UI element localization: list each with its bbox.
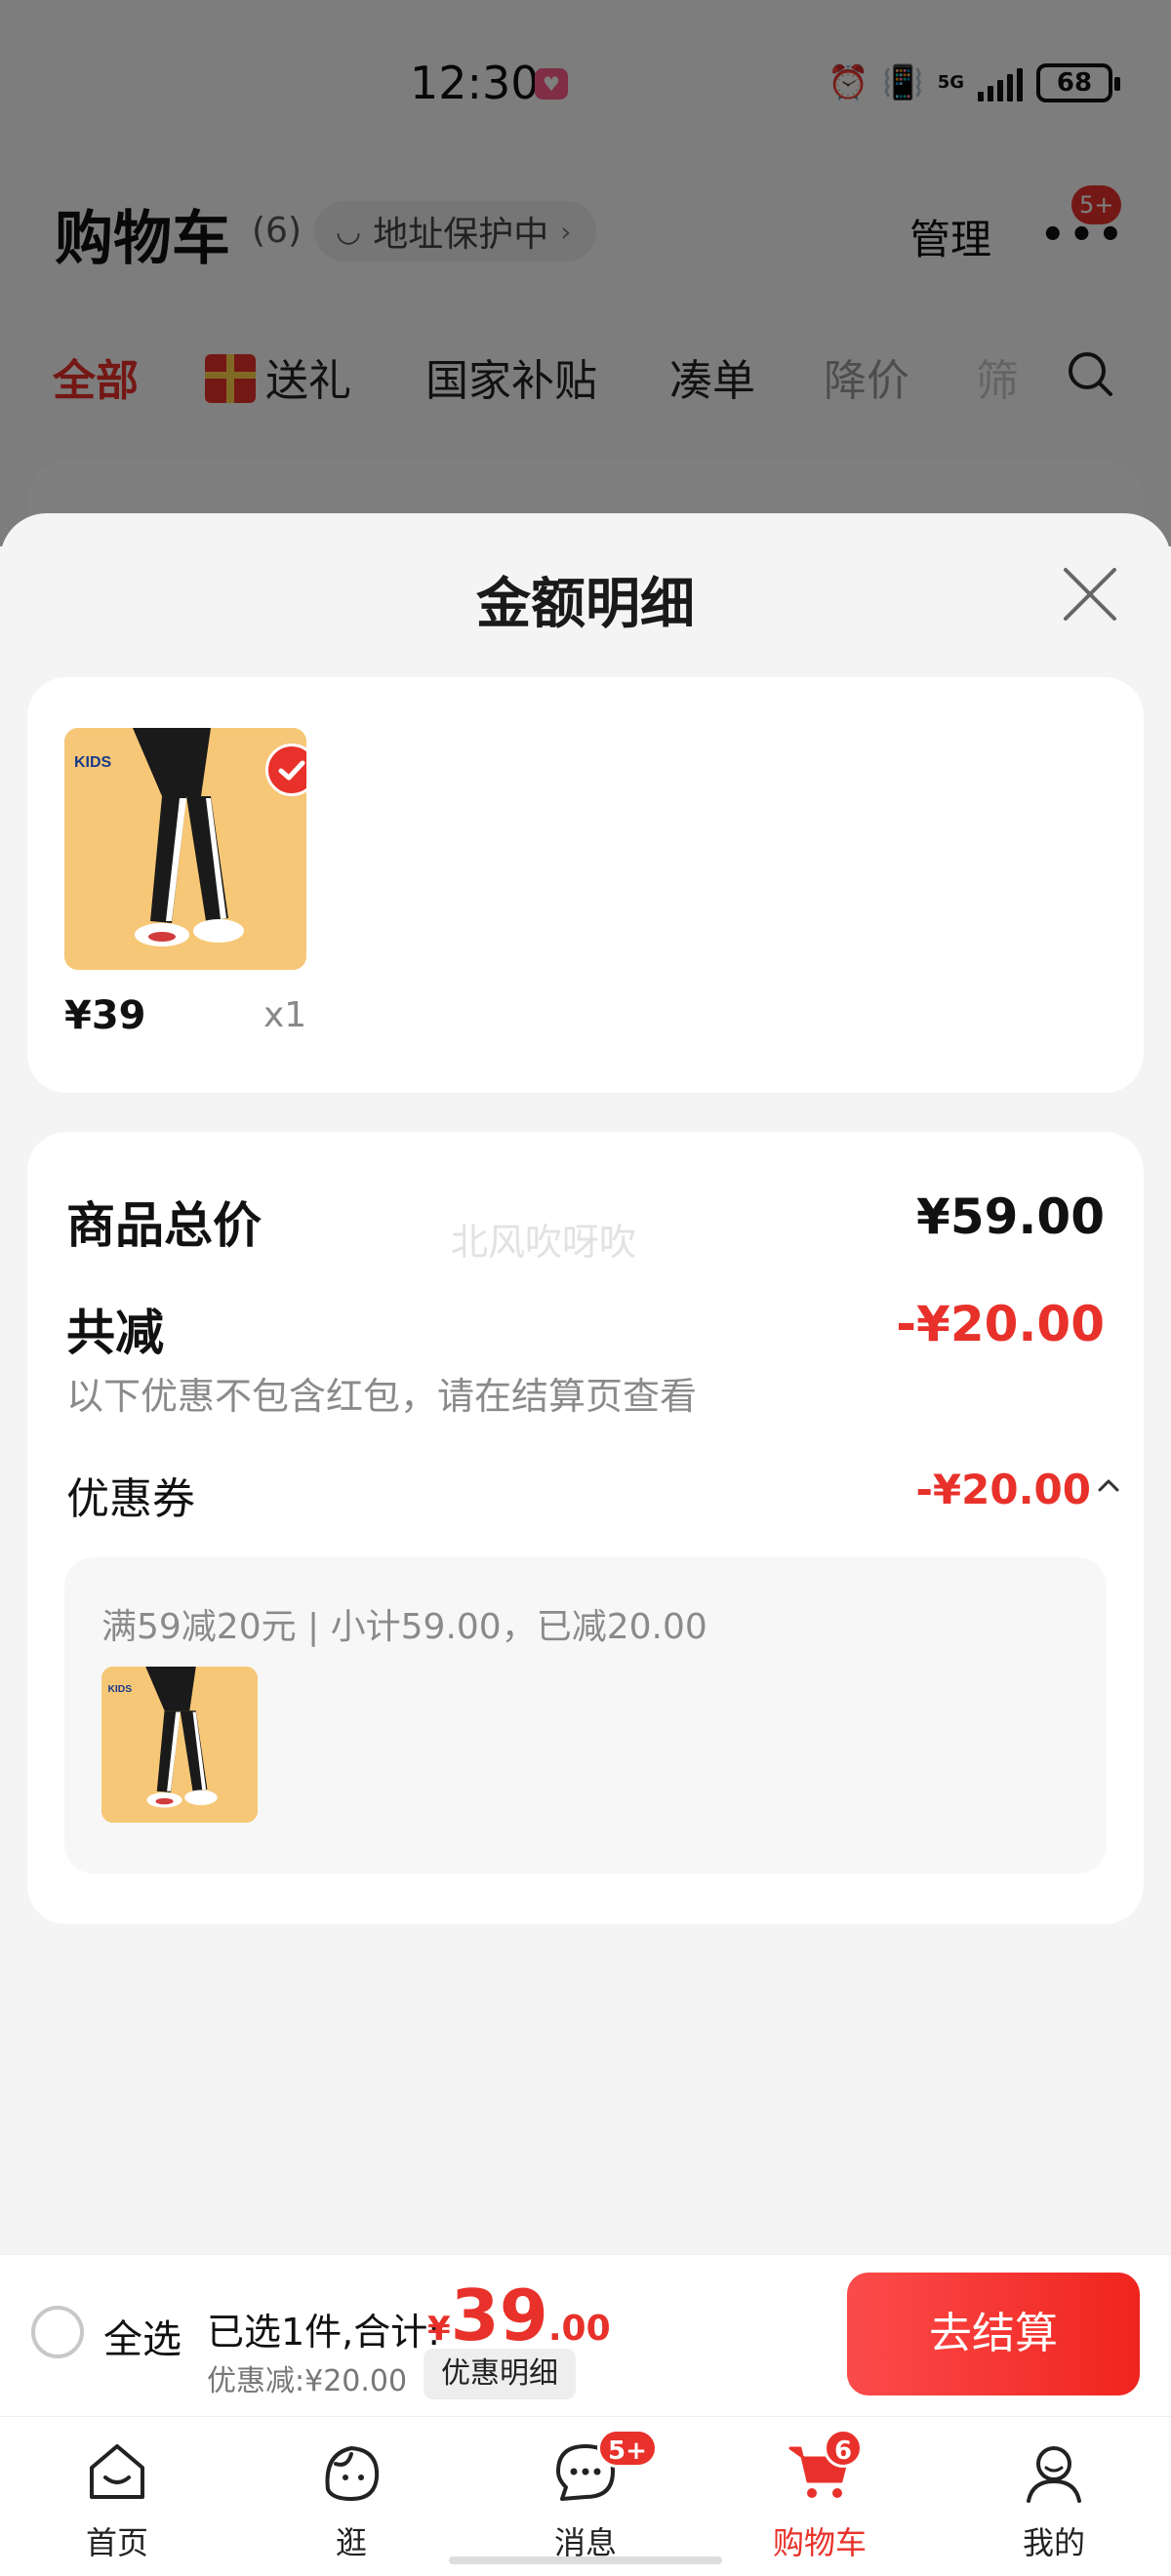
total-reduction-value: -¥20.00 [896, 1296, 1105, 1352]
discount-note: 以下优惠不包含红包，请在结算页查看 [66, 1375, 698, 1418]
coupon-detail-panel: 满59减20元 | 小计59.00，已减20.00 KIDS [64, 1557, 1107, 1873]
selected-check-icon [265, 744, 306, 796]
nav-profile-label: 我的 [1022, 2524, 1085, 2561]
bottom-nav: 首页 逛 5+ 消息 6 购物车 我的 [0, 2416, 1171, 2576]
cart-badge: 6 [824, 2429, 864, 2468]
coupon-label: 优惠券 [66, 1474, 195, 1524]
nav-browse-label: 逛 [335, 2524, 367, 2561]
pants-illustration: KIDS [101, 1667, 258, 1823]
product-image[interactable]: KIDS [64, 728, 306, 970]
coupon-value[interactable]: -¥20.00 [915, 1466, 1091, 1513]
total-integer: 39 [450, 2274, 548, 2356]
discount-detail-button[interactable]: 优惠明细 [424, 2349, 576, 2399]
discount-amount-text: 优惠减:¥20.00 [207, 2364, 408, 2398]
svg-text:KIDS: KIDS [107, 1684, 132, 1695]
total-decimal: .00 [547, 2309, 611, 2349]
product-price: ¥39 [64, 993, 146, 1038]
select-all-label[interactable]: 全选 [103, 2308, 182, 2364]
coupon-detail-text: 满59减20元 | 小计59.00，已减20.00 [101, 1607, 707, 1647]
profile-icon [1027, 2446, 1081, 2503]
nav-cart-label: 购物车 [772, 2524, 867, 2561]
nav-messages[interactable]: 5+ 消息 [468, 2417, 703, 2576]
browse-face-icon [325, 2445, 380, 2502]
chevron-up-icon[interactable] [1095, 1471, 1122, 1499]
amount-detail-sheet: 金额明细 KIDS ¥39 x1 商品总价 ¥59.00 北风吹呀吹 共减 -¥… [0, 513, 1171, 2254]
total-currency: ¥ [427, 2310, 451, 2349]
selected-summary-text: 已选1件,合计: [207, 2311, 441, 2354]
home-indicator [449, 2556, 722, 2564]
nav-cart[interactable]: 6 购物车 [703, 2417, 937, 2576]
svg-text:KIDS: KIDS [74, 754, 112, 771]
select-all-radio[interactable] [31, 2306, 84, 2358]
checkout-button[interactable]: 去结算 [847, 2273, 1140, 2395]
product-quantity: x1 [263, 995, 307, 1035]
price-summary-card: 商品总价 ¥59.00 北风吹呀吹 共减 -¥20.00 以下优惠不包含红包，请… [27, 1132, 1144, 1924]
home-icon [90, 2444, 144, 2499]
total-reduction-label: 共减 [66, 1305, 164, 1361]
close-icon[interactable] [1060, 564, 1120, 624]
checkout-bar: 全选 已选1件,合计: ¥39.00 优惠减:¥20.00 优惠明细 去结算 [0, 2254, 1171, 2416]
messages-badge: 5+ [597, 2429, 658, 2468]
nav-home[interactable]: 首页 [0, 2417, 234, 2576]
total-amount: ¥39.00 [427, 2274, 611, 2356]
nav-profile[interactable]: 我的 [937, 2417, 1171, 2576]
watermark-text: 北风吹呀吹 [451, 1221, 637, 1264]
coupon-product-image[interactable]: KIDS [101, 1667, 258, 1823]
total-price-value: ¥59.00 [916, 1188, 1105, 1245]
sheet-title: 金额明细 [476, 573, 695, 636]
total-price-label: 商品总价 [66, 1197, 262, 1254]
nav-home-label: 首页 [85, 2524, 148, 2561]
nav-browse[interactable]: 逛 [234, 2417, 468, 2576]
selected-product-card: KIDS ¥39 x1 [27, 677, 1144, 1093]
dim-overlay[interactable] [0, 0, 1171, 546]
